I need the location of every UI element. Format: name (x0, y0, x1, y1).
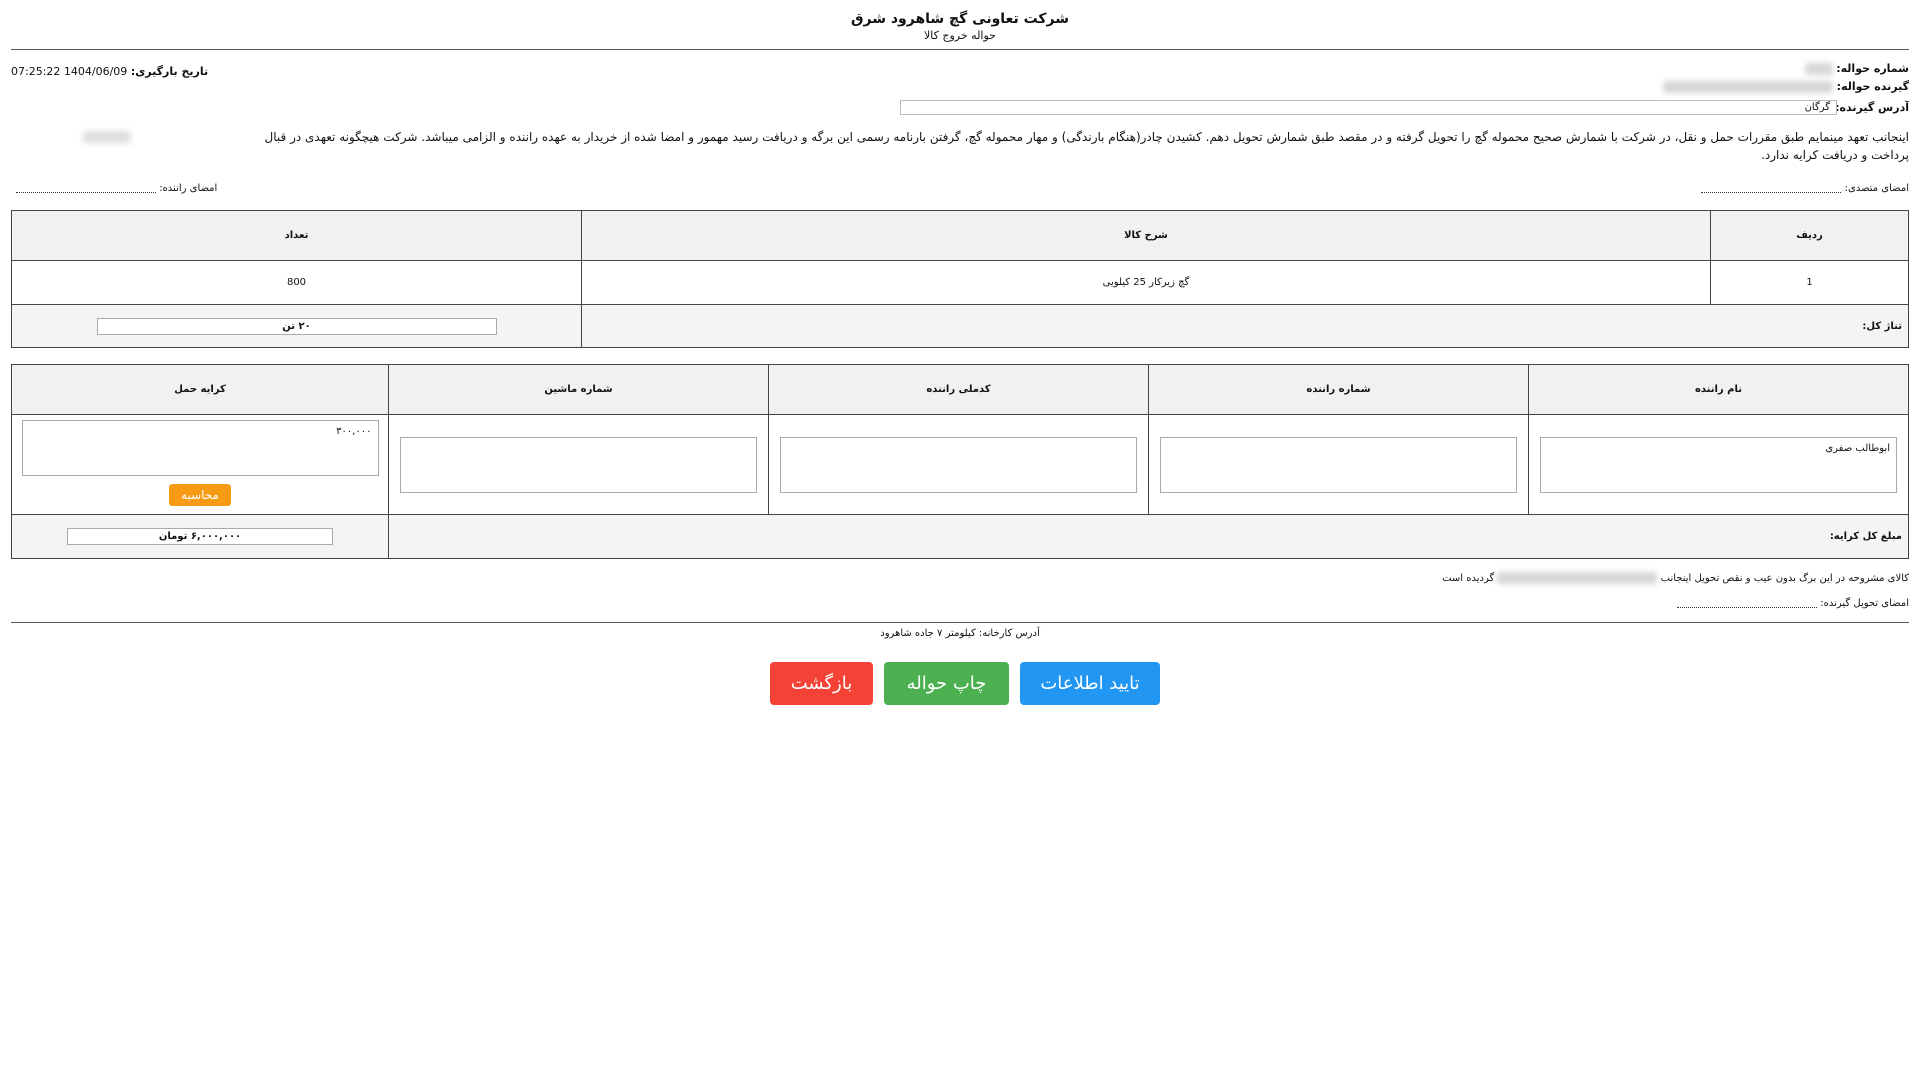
total-freight-field[interactable]: ۶,۰۰۰,۰۰۰ تومان (67, 528, 333, 545)
receiver-signature-line (1677, 599, 1818, 608)
goods-table-header: ردیف شرح کالا تعداد (11, 210, 1909, 261)
remittance-page: شرکت تعاونی گچ شاهرود شرق حواله خروج کال… (0, 0, 1920, 1080)
driver-signature: امضای راننده: (16, 183, 217, 194)
remittance-no-redacted (1804, 63, 1833, 75)
statement-line-1: اینجانب تعهد مینمایم طبق مقررات حمل و نق… (264, 130, 1909, 144)
footer-divider (11, 622, 1909, 623)
driver-commitment-statement: اینجانب تعهد مینمایم طبق مقررات حمل و نق… (11, 128, 1909, 164)
officer-signature-line (1701, 184, 1842, 193)
calculate-button[interactable]: محاسبه (169, 484, 231, 506)
header-divider (11, 49, 1909, 50)
total-freight-label: مبلغ کل کرایه: (388, 514, 1909, 559)
total-tonnage-field[interactable]: ۲۰ تن (96, 317, 497, 335)
delivery-statement: کالای مشروحه در این برگ بدون عیب و نقص ت… (1442, 572, 1909, 584)
receiver-signature: امضای تحویل گیرنده: (1677, 598, 1909, 609)
header: شرکت تعاونی گچ شاهرود شرق حواله خروج کال… (0, 0, 1920, 43)
statement-name-redacted (83, 131, 131, 143)
recipient-label: گیرنده حواله: (1836, 80, 1909, 93)
driver-name-cell: ابوطالب صفری (1528, 414, 1909, 515)
goods-row-no: 1 (1710, 260, 1909, 305)
factory-address: آدرس کارخانه: کیلومتر ۷ جاده شاهرود (880, 628, 1040, 639)
recipient-address-label: آدرس گیرنده: (1835, 101, 1909, 114)
total-freight-row: مبلغ کل کرایه: ۶,۰۰۰,۰۰۰ تومان (11, 514, 1909, 559)
goods-header-row-no: ردیف (1710, 210, 1909, 261)
load-date: تاریخ بارگیری: 1404/06/09 07:25:22 (11, 65, 208, 78)
recipient-redacted (1663, 81, 1834, 93)
driver-phone-input[interactable] (1160, 436, 1517, 493)
back-button[interactable]: بازگشت (770, 662, 873, 705)
company-name: شرکت تعاونی گچ شاهرود شرق (850, 11, 1070, 27)
driver-table: نام راننده شماره راننده کدملی راننده شما… (11, 364, 1909, 559)
total-tonnage-row: تناژ کل: ۲۰ تن (11, 304, 1909, 348)
officer-signature-label: امضای متصدی: (1844, 183, 1909, 194)
driver-name-input[interactable]: ابوطالب صفری (1540, 436, 1897, 493)
driver-header-vehicle-no: شماره ماشین (388, 364, 769, 415)
statement-line-2: پرداخت و دریافت کرایه ندارد. (1761, 148, 1909, 162)
driver-signature-label: امضای راننده: (159, 183, 218, 194)
print-remittance-button[interactable]: چاپ حواله (884, 662, 1009, 705)
goods-description: گچ زیرکار 25 کیلویی (581, 260, 1711, 305)
recipient-address-value: گرگان (1804, 102, 1830, 113)
goods-quantity: 800 (11, 260, 582, 305)
recipient-row: گیرنده حواله: (1663, 78, 1909, 96)
driver-header-name: نام راننده (1528, 364, 1909, 415)
officer-signature: امضای متصدی: (1701, 183, 1909, 194)
delivery-name-redacted (1497, 572, 1658, 584)
total-freight-cell: ۶,۰۰۰,۰۰۰ تومان (11, 514, 389, 559)
goods-header-description: شرح کالا (581, 210, 1711, 261)
freight-rate-input[interactable]: ۳۰۰,۰۰۰ (21, 420, 379, 476)
driver-national-id-cell (768, 414, 1149, 515)
driver-input-row: ابوطالب صفری ۳۰۰,۰۰۰ محاسبه (11, 414, 1909, 515)
remittance-no-row: شماره حواله: (1663, 60, 1909, 78)
driver-signature-line (16, 184, 156, 193)
total-tonnage-label: تناژ کل: (581, 304, 1909, 348)
driver-table-header: نام راننده شماره راننده کدملی راننده شما… (11, 364, 1909, 415)
confirm-button[interactable]: تایید اطلاعات (1020, 662, 1160, 705)
recipient-address-field[interactable]: گرگان (900, 100, 1837, 115)
load-date-label: تاریخ بارگیری: (130, 65, 209, 78)
delivery-statement-prefix: کالای مشروحه در این برگ بدون عیب و نقص ت… (1660, 573, 1909, 584)
receiver-signature-label: امضای تحویل گیرنده: (1820, 598, 1909, 609)
recipient-address-row: آدرس گیرنده: گرگان (899, 99, 1909, 116)
goods-table: ردیف شرح کالا تعداد 1 گچ زیرکار 25 کیلوی… (11, 210, 1909, 348)
driver-header-phone: شماره راننده (1148, 364, 1529, 415)
goods-header-quantity: تعداد (11, 210, 582, 261)
vehicle-no-cell (388, 414, 769, 515)
remittance-no-label: شماره حواله: (1836, 62, 1909, 75)
load-date-value: 1404/06/09 07:25:22 (11, 65, 128, 78)
remittance-info: شماره حواله: گیرنده حواله: (1663, 60, 1909, 96)
table-row: 1 گچ زیرکار 25 کیلویی 800 (11, 260, 1909, 305)
vehicle-no-input[interactable] (400, 436, 757, 493)
freight-cell: ۳۰۰,۰۰۰ محاسبه (11, 414, 389, 515)
driver-header-national-id: کدملی راننده (768, 364, 1149, 415)
total-tonnage-cell: ۲۰ تن (11, 304, 582, 348)
driver-header-freight: کرایه حمل (11, 364, 389, 415)
delivery-statement-suffix: گردیده است (1442, 573, 1495, 584)
document-title: حواله خروج کالا (924, 29, 996, 42)
driver-national-id-input[interactable] (780, 436, 1137, 493)
driver-phone-cell (1148, 414, 1529, 515)
